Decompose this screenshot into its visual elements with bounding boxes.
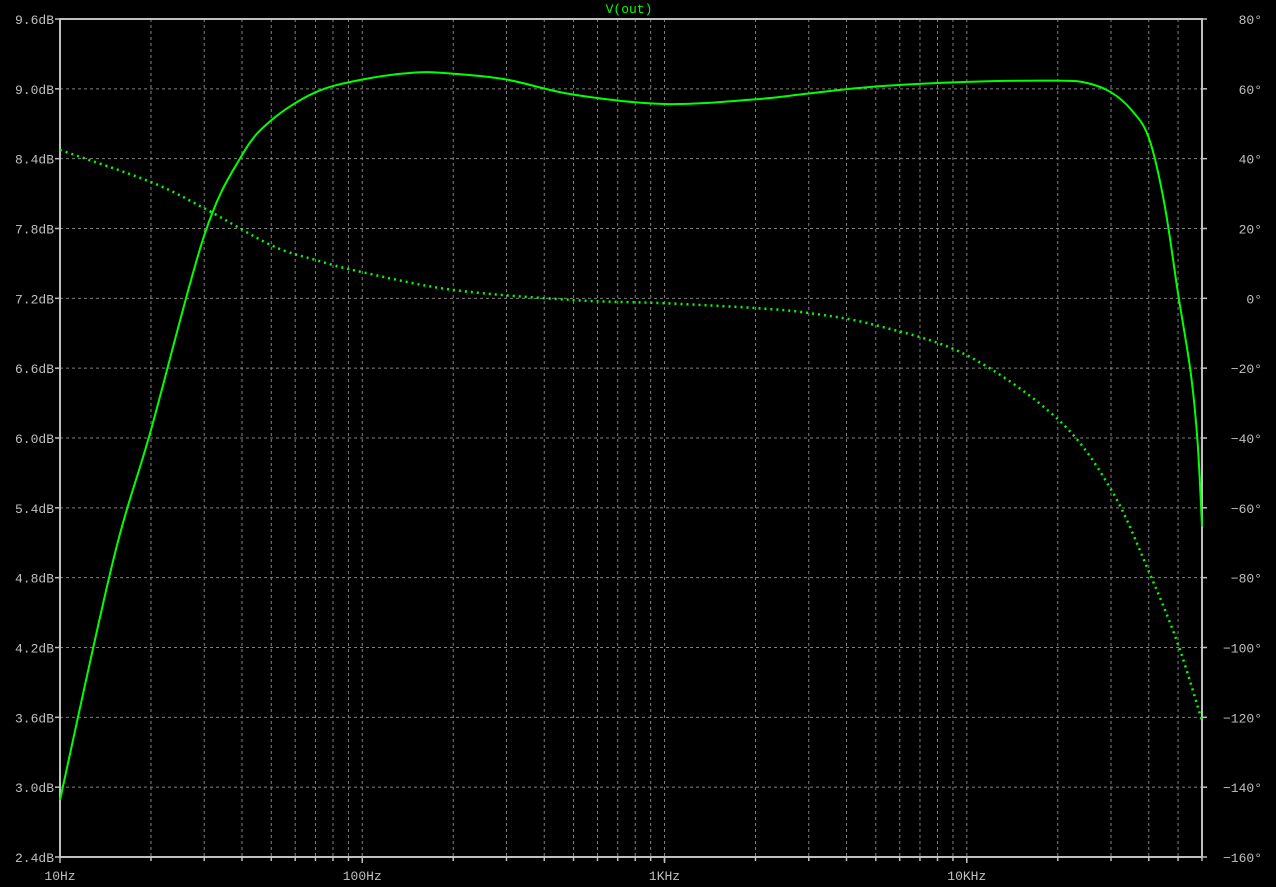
y-right-tick-label: −20° [1231, 362, 1262, 377]
y-left-tick-label: 9.6dB [15, 13, 54, 28]
y-left-tick-label: 6.6dB [15, 362, 54, 377]
y-right-tick-label: −40° [1231, 432, 1262, 447]
x-tick-label: 100Hz [343, 869, 382, 884]
bode-plot: 9.6dB 9.0dB 8.4dB 7.8dB 7.2dB 6.6dB 6.0dB 5.4dB… [15, 2, 1262, 884]
grid [60, 19, 1203, 857]
y-left-tick-label: 4.2dB [15, 642, 54, 657]
axes: 9.6dB 9.0dB 8.4dB 7.8dB 7.2dB 6.6dB 6.0dB 5.4dB… [15, 13, 1262, 884]
y-right-tick-label: −80° [1231, 572, 1262, 587]
y-left-tick-label: 7.2dB [15, 292, 54, 307]
y-left-tick-label: 8.4dB [15, 153, 54, 168]
y-right-tick-label: 60° [1239, 83, 1262, 98]
y-left-tick-label: 3.0dB [15, 781, 54, 796]
y-left-tick-label: 3.6dB [15, 711, 54, 726]
y-left-tick-label: 9.0dB [15, 83, 54, 98]
y-right-tick-label: −100° [1223, 642, 1262, 657]
y-right-tick-label: 20° [1239, 223, 1262, 238]
y-right-tick-label: −140° [1223, 781, 1262, 796]
x-tick-label: 1KHz [649, 869, 680, 884]
y-left-tick-label: 5.4dB [15, 502, 54, 517]
y-left-tick-label: 2.4dB [15, 851, 54, 866]
x-tick-label: 10Hz [44, 869, 75, 884]
y-left-tick-label: 4.8dB [15, 572, 54, 587]
phase-trace[interactable] [59, 148, 1204, 722]
y-right-tick-label: −60° [1231, 502, 1262, 517]
y-right-tick-label: 80° [1239, 13, 1262, 28]
y-right-tick-label: −160° [1223, 851, 1262, 866]
y-right-tick-label: −120° [1223, 711, 1262, 726]
x-tick-label: 10KHz [947, 869, 986, 884]
y-right-tick-label: 0° [1246, 292, 1262, 307]
chart-title[interactable]: V(out) [606, 2, 653, 17]
y-left-tick-label: 7.8dB [15, 223, 54, 238]
y-left-tick-label: 6.0dB [15, 432, 54, 447]
y-right-tick-label: 40° [1239, 153, 1262, 168]
traces [59, 71, 1204, 801]
magnitude-trace[interactable] [59, 71, 1203, 801]
